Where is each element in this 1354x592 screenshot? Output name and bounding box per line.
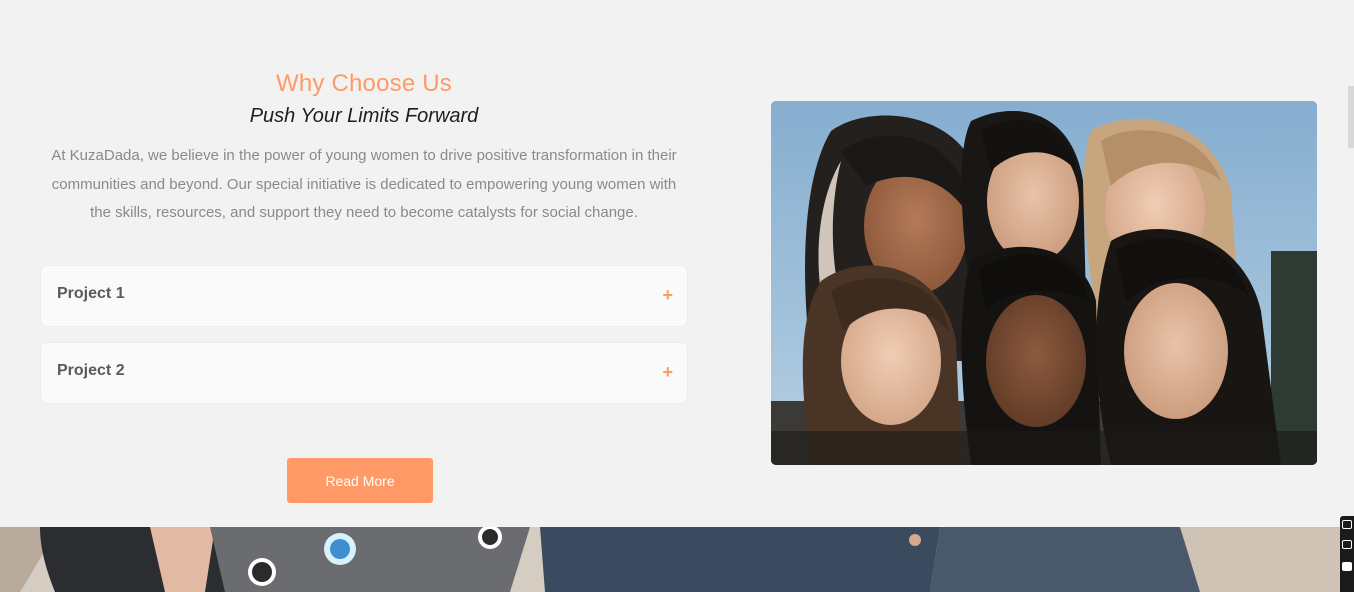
intro-line: the skills, resources, and support they … bbox=[90, 204, 638, 221]
page: Why Choose Us Push Your Limits Forward A… bbox=[0, 0, 1354, 592]
group-photo-illustration bbox=[771, 101, 1317, 465]
read-more-button[interactable]: Read More bbox=[287, 458, 433, 503]
section-eyebrow: Why Choose Us bbox=[276, 70, 452, 97]
accordion-item-project-2[interactable]: Project 2 + bbox=[41, 343, 687, 403]
camera-icon[interactable] bbox=[1342, 540, 1352, 549]
section-intro: At KuzaDada, we believe in the power of … bbox=[40, 142, 688, 228]
intro-line: At KuzaDada, we believe in the power of … bbox=[51, 147, 677, 164]
link-icon[interactable] bbox=[1342, 520, 1352, 529]
page-scrollbar[interactable] bbox=[1348, 86, 1354, 148]
accordion-item-project-1[interactable]: Project 1 + bbox=[41, 266, 687, 326]
laptop-stickers-illustration bbox=[0, 527, 1354, 592]
plus-icon[interactable]: + bbox=[662, 359, 673, 385]
floating-widget[interactable] bbox=[1340, 516, 1354, 592]
next-section-background-photo bbox=[0, 527, 1354, 592]
why-choose-us-section: Why Choose Us Push Your Limits Forward A… bbox=[40, 68, 688, 228]
intro-line: communities and beyond. Our special init… bbox=[51, 175, 677, 193]
accordion-title: Project 2 bbox=[57, 362, 125, 379]
section-subtitle: Push Your Limits Forward bbox=[249, 105, 479, 127]
group-of-women-photo bbox=[771, 101, 1317, 465]
plus-icon[interactable]: + bbox=[662, 282, 673, 308]
accordion-title: Project 1 bbox=[57, 285, 125, 302]
window-icon[interactable] bbox=[1342, 562, 1352, 571]
